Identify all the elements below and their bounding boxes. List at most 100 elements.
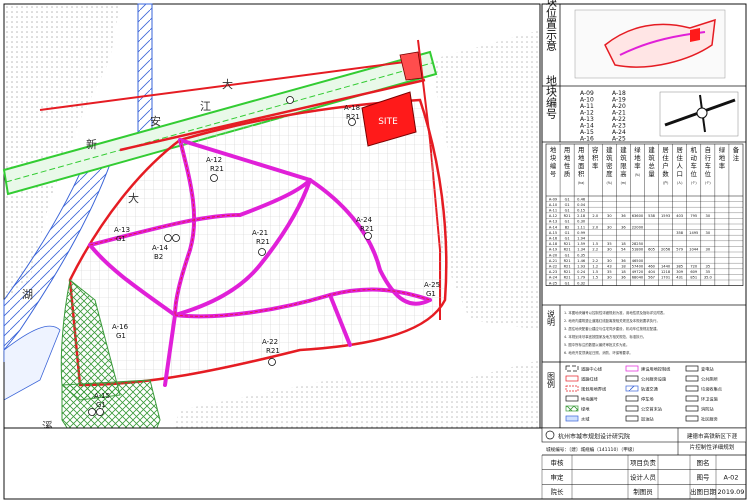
table-cell: 35 xyxy=(706,270,711,274)
plan-drawing: SITE 大 江 新 安 大 湖 溪 A-12 R21 A-14 B2 A-16… xyxy=(2,0,747,500)
table-header-char: 人 xyxy=(676,162,683,170)
table-cell: 431 xyxy=(676,276,683,280)
table-cell: 35 xyxy=(607,242,612,246)
table-cell: 43 xyxy=(607,265,612,269)
sign-cell: 设计人员 xyxy=(630,473,657,482)
table-cell: 567 xyxy=(648,276,655,280)
table-cell: 1440 xyxy=(661,265,671,269)
parcel-code: G1 xyxy=(116,332,126,340)
parcel-id: A-16 xyxy=(112,323,129,331)
table-cell: 36 xyxy=(621,214,626,218)
table-cell: 2.18 xyxy=(577,214,586,218)
parcel-id: A-25 xyxy=(424,281,440,289)
sign-cell: A-02 xyxy=(724,474,739,482)
table-header-char: 户 xyxy=(662,161,668,170)
table-cell: 720 xyxy=(690,265,698,269)
table-cell: A-11 xyxy=(549,209,557,213)
table-cell: 22000 xyxy=(632,225,644,229)
title-block: 杭州市城市规划设计研究院 城规编号：〔建〕城规编（141110）（甲级） 建德市… xyxy=(3,427,747,500)
table-cell: 0.30 xyxy=(577,220,586,224)
table-header-char: 筑 xyxy=(648,153,655,162)
table-header-char: 用 xyxy=(578,146,584,154)
table-cell: 1.34 xyxy=(577,248,586,252)
legend-swatch xyxy=(685,365,699,372)
legend-swatch xyxy=(625,385,639,392)
table-header-char: 口 xyxy=(676,170,682,178)
table-cell: 0.46 xyxy=(577,197,586,201)
legend-item-label: 道路中心线 xyxy=(581,366,603,373)
sign-cell: 审核 xyxy=(551,458,565,467)
project-title-2: 片控制性详细规划 xyxy=(690,443,735,451)
table-header-char: 车 xyxy=(691,161,698,170)
table-cell: A-10 xyxy=(549,203,558,207)
note-line: 4. 本规划未尽事宜按国家及地方相关规范、标准执行。 xyxy=(564,334,646,339)
table-header-char: 量 xyxy=(648,170,655,178)
indicator-table: 地块编号用地性质用地面积(ha)容积率建筑密度(%)建筑限高(m)绿地率(%)建… xyxy=(545,143,744,286)
parcel-code: R21 xyxy=(266,347,280,355)
table-header-unit: (人) xyxy=(677,181,683,185)
table-cell: 30 xyxy=(706,248,711,252)
table-cell: 30 xyxy=(607,225,612,229)
table-cell: 0.15 xyxy=(577,209,585,213)
table-header-char: 积 xyxy=(592,153,599,162)
legend-item-label: 公共服务设施 xyxy=(641,376,667,383)
legend-item-label: 规划用地界线 xyxy=(581,386,607,393)
parcel-code: R21 xyxy=(360,225,374,233)
table-cell: G1 xyxy=(565,253,570,257)
table-header-char: 地 xyxy=(550,145,557,154)
table-cell: G1 xyxy=(565,281,570,285)
table-header-char: 地 xyxy=(564,153,571,162)
table-cell: 403 xyxy=(676,214,683,218)
parcel-id: A-24 xyxy=(356,216,373,224)
table-cell: 68040 xyxy=(632,276,644,280)
parcel-id: A-15 xyxy=(94,392,110,400)
table-cell: 49720 xyxy=(632,270,644,274)
table-cell: A-12 xyxy=(549,214,557,218)
table-header-char: 限 xyxy=(620,161,627,170)
table-cell: A-23 xyxy=(549,270,557,274)
table-cell: R21 xyxy=(564,242,571,246)
table-header-char: 自 xyxy=(705,145,711,154)
table-cell: 404 xyxy=(648,270,656,274)
table-cell: A-24 xyxy=(549,276,558,280)
table-cell: 18 xyxy=(621,265,626,269)
table-cell: 51800 xyxy=(632,248,644,252)
location-title: 地块位置示意 xyxy=(545,0,558,51)
place-char-3: 新 xyxy=(86,137,97,151)
table-cell: 30 xyxy=(607,248,612,252)
parcel-code: R21 xyxy=(210,165,224,173)
table-cell: 358 xyxy=(676,231,684,235)
key-plan xyxy=(659,91,739,137)
legend-swatch xyxy=(685,375,699,382)
table-cell: B2 xyxy=(565,225,570,229)
table-cell: 2.2 xyxy=(592,248,598,252)
table-header-char: 建 xyxy=(620,145,627,154)
table-cell: 1044 xyxy=(689,248,699,252)
parcel-id: A-13 xyxy=(114,226,130,234)
table-header-char: 筑 xyxy=(620,153,627,162)
site-label: SITE xyxy=(378,117,398,127)
table-cell: 35 xyxy=(607,270,612,274)
table-header-char: 地 xyxy=(634,153,641,162)
notes-label: 说明 xyxy=(547,309,556,327)
table-cell: 2.0 xyxy=(592,214,598,218)
table-header-char: 备 xyxy=(733,145,740,154)
table-cell: 1.46 xyxy=(577,259,586,263)
parcel-code: G1 xyxy=(426,290,436,298)
table-cell: 35 xyxy=(706,265,711,269)
legend-swatch xyxy=(565,395,579,402)
table-header-char: 号 xyxy=(550,170,556,178)
table-header-char: 建 xyxy=(606,145,613,154)
table-header-char: 注 xyxy=(733,153,740,162)
table-cell: 1.5 xyxy=(592,270,598,274)
place-char-2: 江 xyxy=(200,100,211,113)
table-header-char: 率 xyxy=(719,161,726,170)
legend-item-label: 变电站 xyxy=(701,366,714,373)
table-cell: R21 xyxy=(564,214,571,218)
legend-swatch xyxy=(685,415,699,422)
table-header-unit: (个) xyxy=(705,181,711,185)
legend-item-label: 加油站 xyxy=(641,416,654,423)
table-header-char: 位 xyxy=(705,169,712,178)
sign-cell: 图号 xyxy=(697,474,711,482)
table-cell: R21 xyxy=(564,259,571,263)
